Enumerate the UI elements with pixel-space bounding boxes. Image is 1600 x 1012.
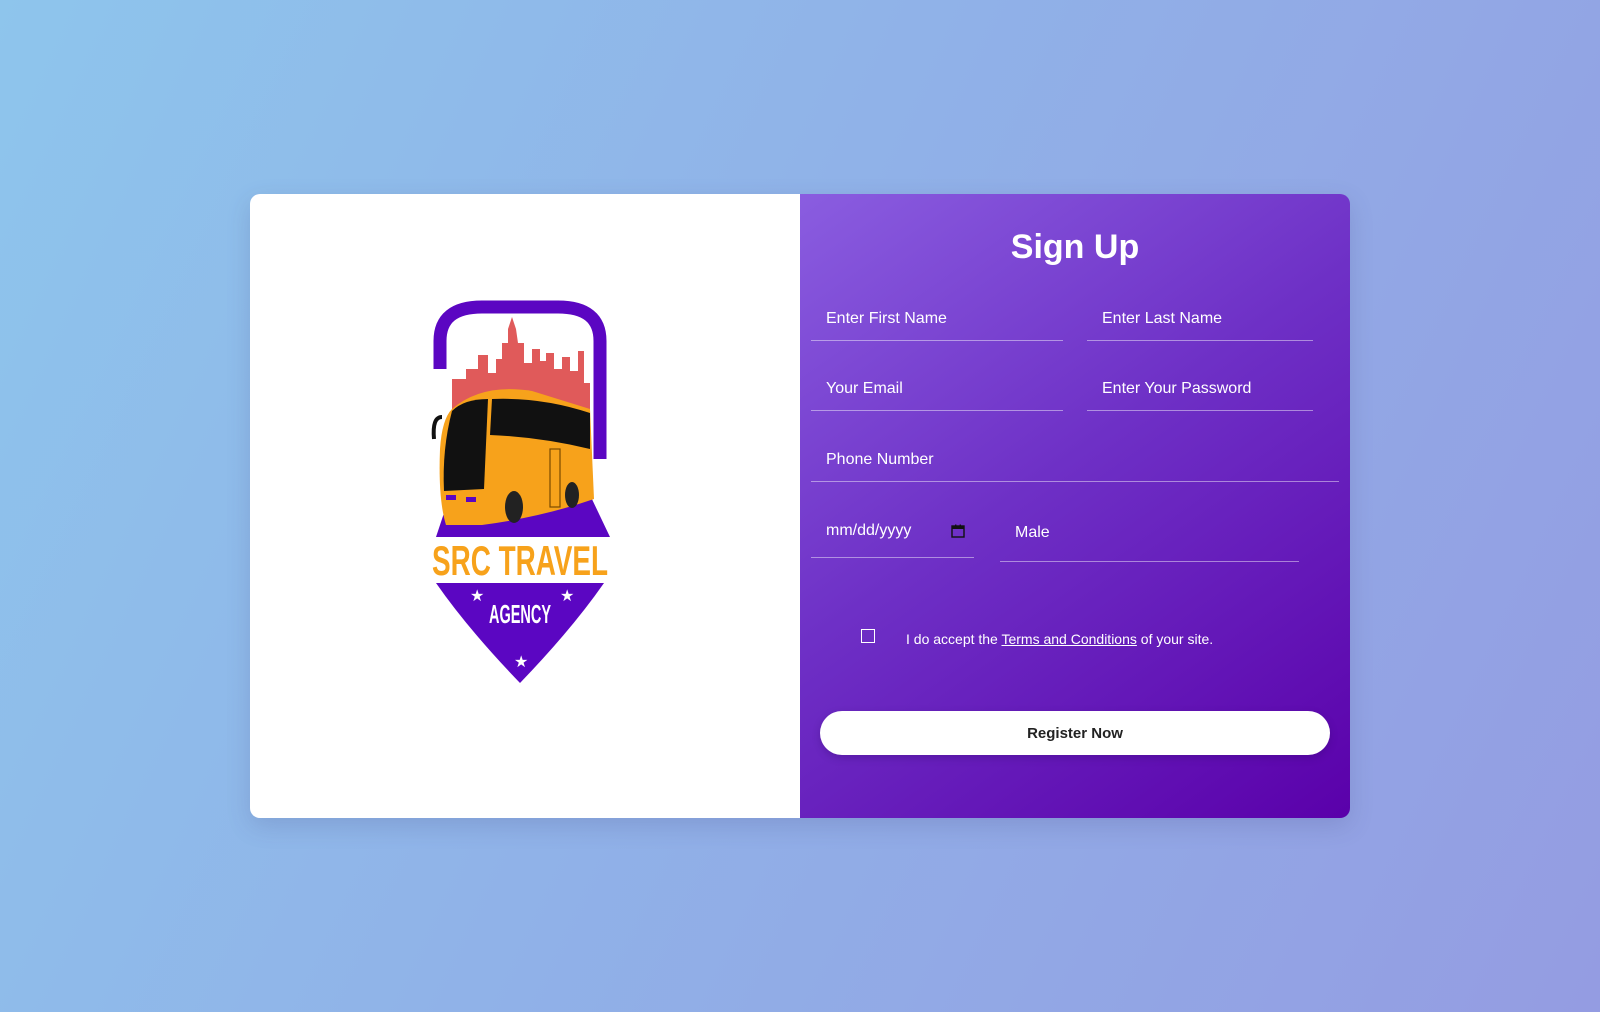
- logo-brand-line2: AGENCY: [489, 599, 551, 629]
- last-name-input[interactable]: [1087, 297, 1313, 341]
- date-placeholder: mm/dd/yyyy: [826, 522, 912, 539]
- logo-brand-line1: SRC TRAVEL: [432, 537, 608, 584]
- gender-selected-value: Male: [1015, 524, 1050, 541]
- terms-link[interactable]: Terms and Conditions: [1001, 631, 1136, 647]
- signup-form-panel: Sign Up mm/dd/yyyy Male I do accept the …: [800, 194, 1350, 818]
- gender-select[interactable]: Male: [1000, 518, 1299, 562]
- svg-text:★: ★: [514, 652, 528, 671]
- terms-checkbox[interactable]: [861, 629, 875, 643]
- svg-text:★: ★: [560, 586, 574, 605]
- signup-card: SRC TRAVEL AGENCY ★ ★ ★ Sign Up mm/dd/yy…: [250, 194, 1350, 818]
- register-button[interactable]: Register Now: [820, 711, 1330, 755]
- birthdate-input[interactable]: mm/dd/yyyy: [811, 518, 974, 558]
- phone-input[interactable]: [811, 438, 1339, 482]
- page-title: Sign Up: [1010, 228, 1140, 266]
- password-input[interactable]: [1087, 367, 1313, 411]
- logo-panel: SRC TRAVEL AGENCY ★ ★ ★: [250, 194, 800, 818]
- src-travel-agency-logo: SRC TRAVEL AGENCY ★ ★ ★: [428, 300, 612, 683]
- terms-prefix: I do accept the: [906, 631, 1002, 647]
- first-name-input[interactable]: [811, 297, 1063, 341]
- terms-suffix: of your site.: [1136, 631, 1214, 647]
- email-input[interactable]: [811, 367, 1063, 411]
- terms-label: I do accept the Terms and Conditions of …: [906, 631, 1213, 647]
- calendar-icon[interactable]: [951, 524, 965, 538]
- svg-text:★: ★: [470, 586, 484, 605]
